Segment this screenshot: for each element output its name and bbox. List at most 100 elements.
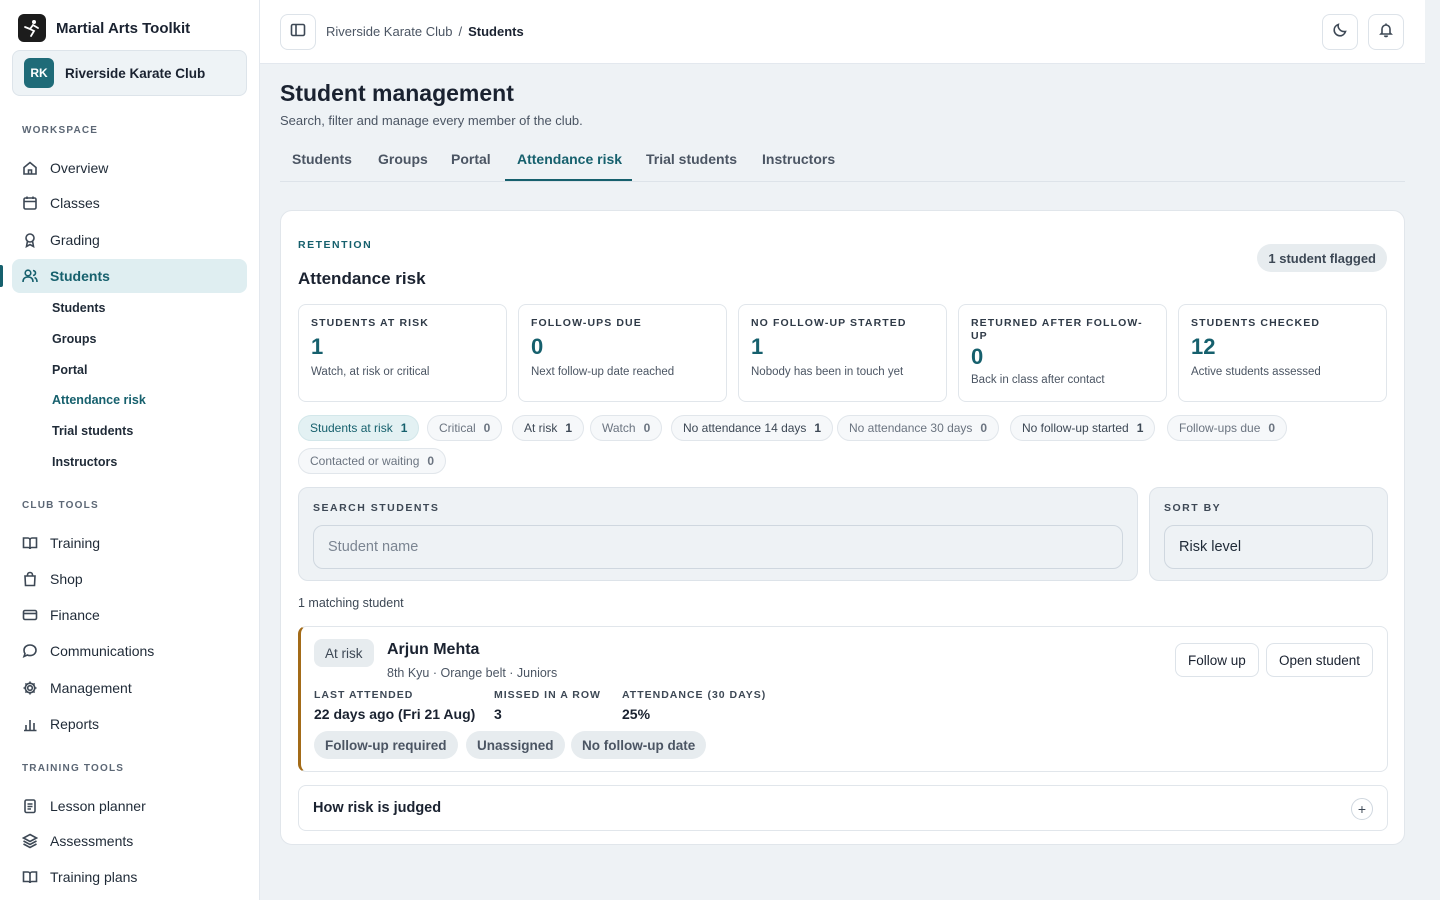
metric-value: 25% <box>622 706 651 722</box>
stat-note: Next follow-up date reached <box>531 366 675 378</box>
open-student-button[interactable]: Open student <box>1266 643 1374 677</box>
sidebar-item-label: Lesson planner <box>50 798 146 814</box>
panel-left-icon <box>290 22 306 43</box>
match-count: 1 matching student <box>298 596 404 610</box>
filter-label: At risk <box>524 421 558 435</box>
stat-value: 1 <box>311 334 324 359</box>
filter-label: Students at risk <box>310 421 393 435</box>
flagged-count-badge: 1 student flagged <box>1257 244 1387 272</box>
sort-label: SORT BY <box>1164 502 1222 514</box>
sidebar-subitem-trial-students[interactable]: Trial students <box>52 424 133 438</box>
sidebar: Martial Arts Toolkit RK Riverside Karate… <box>0 0 260 900</box>
stat-note: Watch, at risk or critical <box>311 366 430 378</box>
sidebar-item-overview[interactable]: Overview <box>12 151 247 185</box>
sidebar-item-assessments[interactable]: Assessments <box>12 824 247 858</box>
filter-count: 1 <box>400 421 408 435</box>
sidebar-subitem-portal[interactable]: Portal <box>52 363 87 377</box>
filter-label: Critical <box>439 421 476 435</box>
follow-up-button[interactable]: Follow up <box>1175 643 1259 677</box>
sidebar-subitem-students[interactable]: Students <box>52 301 105 315</box>
filter-watch[interactable]: Watch 0 <box>590 415 663 441</box>
sidebar-subitem-attendance-risk[interactable]: Attendance risk <box>52 393 146 407</box>
bar-chart-icon <box>22 716 38 732</box>
gear-icon <box>22 680 38 696</box>
filter-critical[interactable]: Critical 0 <box>427 415 503 441</box>
users-icon <box>22 268 38 284</box>
attendance-risk-card: RETENTION Attendance risk 1 student flag… <box>280 210 1405 845</box>
sidebar-subitem-instructors[interactable]: Instructors <box>52 455 117 469</box>
tab-portal[interactable]: Portal <box>451 151 491 167</box>
filter-count: 0 <box>483 421 491 435</box>
metric-attendance-30-days: ATTENDANCE (30 DAYS) 25% <box>622 689 766 722</box>
risk-explanation-accordion[interactable]: How risk is judged + <box>298 785 1388 831</box>
award-icon <box>22 232 38 248</box>
top-bar: Riverside Karate Club / Students <box>260 0 1425 64</box>
theme-toggle-button[interactable] <box>1322 14 1358 50</box>
metric-value: 22 days ago (Fri 21 Aug) <box>314 706 476 722</box>
student-meta: 8th Kyu · Orange belt · Juniors <box>387 666 558 680</box>
filter-label: Follow-ups due <box>1179 421 1261 435</box>
student-name[interactable]: Arjun Mehta <box>387 641 479 659</box>
page-title: Student management <box>280 80 514 106</box>
filter-students-at-risk[interactable]: Students at risk 1 <box>298 415 420 441</box>
sidebar-item-label: Grading <box>50 232 100 248</box>
sidebar-item-management[interactable]: Management <box>12 671 247 705</box>
stat-note: Back in class after contact <box>971 374 1105 386</box>
student-row[interactable]: At risk Arjun Mehta 8th Kyu · Orange bel… <box>298 626 1388 772</box>
sidebar-item-label: Students <box>50 268 110 284</box>
stat-returned-after-follow-up: RETURNED AFTER FOLLOW-UP 0 Back in class… <box>958 304 1167 402</box>
tab-instructors[interactable]: Instructors <box>762 151 835 167</box>
plus-icon[interactable]: + <box>1351 798 1373 820</box>
sidebar-item-reports[interactable]: Reports <box>12 707 247 741</box>
filter-contacted-or-waiting[interactable]: Contacted or waiting 0 <box>298 448 447 474</box>
stat-value: 0 <box>531 334 544 359</box>
section-eyebrow: RETENTION <box>298 239 373 251</box>
stat-no-follow-up-started: NO FOLLOW-UP STARTED 1 Nobody has been i… <box>738 304 947 402</box>
sidebar-item-shop[interactable]: Shop <box>12 562 247 596</box>
sidebar-item-training[interactable]: Training <box>12 526 247 560</box>
filter-count: 0 <box>643 421 651 435</box>
breadcrumb-separator: / <box>458 24 463 39</box>
search-input[interactable]: Student name <box>313 525 1123 569</box>
metric-label: MISSED IN A ROW <box>494 689 601 701</box>
bag-icon <box>22 571 38 587</box>
sidebar-subitem-groups[interactable]: Groups <box>52 332 96 346</box>
sidebar-item-students[interactable]: Students <box>12 259 247 293</box>
filter-count: 1 <box>814 421 822 435</box>
brand[interactable]: Martial Arts Toolkit <box>18 14 190 42</box>
sort-select[interactable]: Risk level <box>1164 525 1373 569</box>
stat-note: Nobody has been in touch yet <box>751 366 904 378</box>
filter-at-risk[interactable]: At risk 1 <box>512 415 585 441</box>
active-indicator <box>0 265 3 287</box>
sidebar-item-communications[interactable]: Communications <box>12 634 247 668</box>
filter-no-attendance-30-days[interactable]: No attendance 30 days 0 <box>837 415 1000 441</box>
workspace-section-label: WORKSPACE <box>22 125 99 136</box>
tab-bar: Students Groups Portal Attendance risk T… <box>280 140 1405 182</box>
sidebar-item-label: Communications <box>50 643 155 659</box>
filter-follow-ups-due[interactable]: Follow-ups due 0 <box>1167 415 1288 441</box>
club-name: Riverside Karate Club <box>65 65 206 81</box>
sidebar-item-lesson-planner[interactable]: Lesson planner <box>12 789 247 823</box>
clipboard-icon <box>22 798 38 814</box>
filter-label: Watch <box>602 421 636 435</box>
bell-icon <box>1378 22 1394 43</box>
sidebar-item-classes[interactable]: Classes <box>12 186 247 220</box>
notifications-button[interactable] <box>1368 14 1404 50</box>
stat-value: 1 <box>751 334 764 359</box>
tab-groups[interactable]: Groups <box>378 151 428 167</box>
filter-no-follow-up-started[interactable]: No follow-up started 1 <box>1010 415 1156 441</box>
filter-count: 0 <box>1268 421 1276 435</box>
sidebar-item-finance[interactable]: Finance <box>12 598 247 632</box>
tab-trial-students[interactable]: Trial students <box>646 151 737 167</box>
sidebar-item-training-plans[interactable]: Training plans <box>12 860 247 894</box>
sidebar-toggle-button[interactable] <box>280 14 316 50</box>
active-tab-underline <box>505 179 632 181</box>
sidebar-item-grading[interactable]: Grading <box>12 223 247 257</box>
club-switcher[interactable]: RK Riverside Karate Club <box>12 50 247 96</box>
breadcrumb-parent[interactable]: Riverside Karate Club <box>326 24 452 39</box>
filter-no-attendance-14-days[interactable]: No attendance 14 days 1 <box>671 415 834 441</box>
tab-students[interactable]: Students <box>292 151 352 167</box>
tab-attendance-risk[interactable]: Attendance risk <box>517 151 622 167</box>
home-icon <box>22 160 38 176</box>
sidebar-item-label: Shop <box>50 571 83 587</box>
